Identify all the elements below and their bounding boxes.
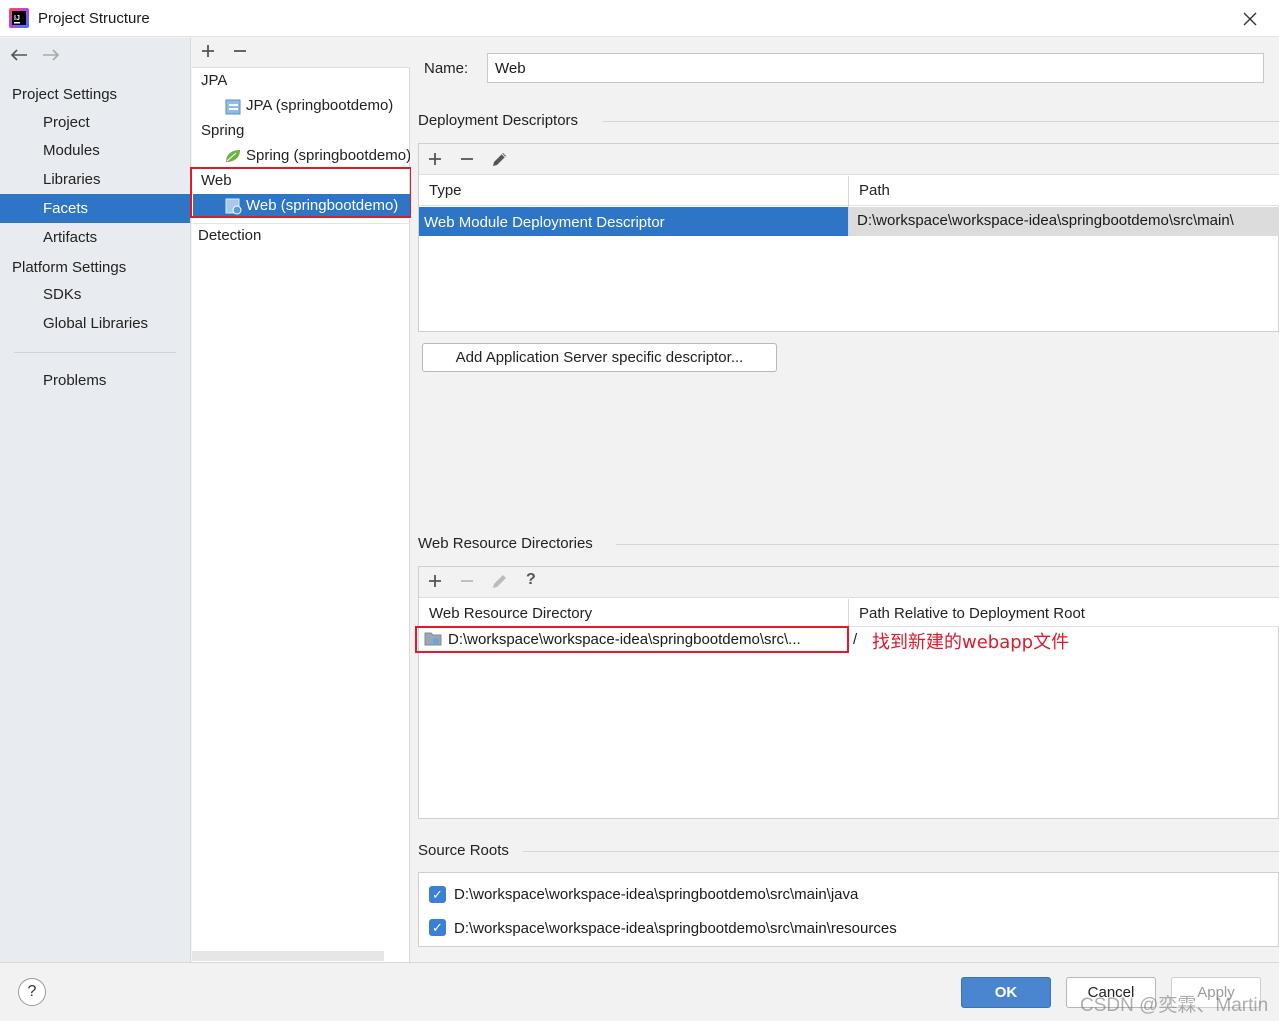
window-title: Project Structure [38,10,150,27]
minus-icon [461,158,473,160]
add-descriptor-button[interactable] [427,151,443,171]
minus-icon [461,580,473,582]
add-facet-button[interactable] [200,43,216,63]
column-header-path[interactable]: Path [859,182,890,199]
close-icon [1243,12,1257,26]
plus-icon [429,575,441,587]
source-root-resources: D:\workspace\workspace-idea\springbootde… [454,920,897,937]
pencil-icon [493,575,506,588]
column-header-type[interactable]: Type [429,182,462,199]
sidebar-item-artifacts[interactable]: Artifacts [0,223,190,252]
column-header-web-resource-directory[interactable]: Web Resource Directory [429,605,592,622]
intellij-app-icon: IJ [9,8,29,28]
edit-descriptor-button[interactable] [491,150,509,172]
spring-leaf-icon [224,148,242,168]
sidebar-item-problems[interactable]: Problems [0,366,190,395]
add-web-resource-button[interactable] [427,573,443,593]
jpa-facet-icon [225,98,242,119]
tree-item-spring[interactable]: Spring (springbootdemo) [246,147,410,164]
tree-divider [193,223,410,224]
annotation-text: 找到新建的webapp文件 [872,632,1070,653]
deployment-toolbar [419,144,1279,175]
web-resource-toolbar [419,567,1279,598]
path-relative-cell[interactable]: / [853,631,857,648]
name-input[interactable]: Web [487,53,1264,83]
ok-label: OK [994,984,1018,1001]
plus-icon [429,153,441,165]
deployment-descriptors-title: Deployment Descriptors [418,112,579,129]
add-server-descriptor-button[interactable]: Add Application Server specific descript… [422,343,777,372]
sidebar-item-modules[interactable]: Modules [0,136,190,165]
nav-divider [14,352,176,353]
descriptor-type-cell[interactable]: Web Module Deployment Descriptor [419,207,848,236]
deployment-table-header [419,175,1279,206]
tree-horizontal-scrollbar[interactable] [192,951,384,961]
tree-item-jpa[interactable]: JPA (springbootdemo) [246,97,410,114]
annotation-box-web-resource [415,626,849,653]
sidebar-item-libraries[interactable]: Libraries [0,165,190,194]
facet-tree-toolbar [192,38,410,68]
sidebar-item-sdks[interactable]: SDKs [0,280,190,309]
source-root-java: D:\workspace\workspace-idea\springbootde… [454,886,859,903]
tree-group-spring[interactable]: Spring [201,122,244,139]
remove-web-resource-button[interactable] [459,573,475,593]
help-button[interactable]: ? [18,978,46,1006]
nav-heading-platform-settings: Platform Settings [12,259,127,276]
back-arrow-icon[interactable] [9,46,29,69]
close-button[interactable] [1236,6,1264,32]
svg-text:IJ: IJ [14,15,20,22]
help-question-icon[interactable]: ? [526,571,536,589]
title-bar [0,0,1279,37]
annotation-box-web-facet [190,167,412,218]
sidebar-item-project[interactable]: Project [0,108,190,137]
web-resource-directories-title: Web Resource Directories [418,535,593,552]
add-server-descriptor-label: Add Application Server specific descript… [455,349,744,366]
name-label: Name: [424,60,469,77]
source-root-checkbox-java[interactable]: ✓ [429,886,446,903]
edit-web-resource-button[interactable] [491,572,509,594]
plus-icon [202,45,214,57]
tree-group-jpa[interactable]: JPA [201,72,227,89]
remove-descriptor-button[interactable] [459,151,475,171]
nav-heading-project-settings: Project Settings [12,86,118,103]
section-divider [603,121,1279,122]
remove-facet-button[interactable] [232,43,248,63]
sidebar-item-facets[interactable]: Facets [0,194,190,223]
tree-item-detection[interactable]: Detection [198,227,261,244]
csdn-watermark: CSDN @奕霖、Martin [1080,995,1269,1016]
sidebar-item-global-libraries[interactable]: Global Libraries [0,309,190,338]
pencil-icon [493,153,506,166]
source-roots-title: Source Roots [418,842,509,859]
minus-icon [234,50,246,52]
section-divider [523,851,1279,852]
column-header-path-relative[interactable]: Path Relative to Deployment Root [859,605,1085,622]
source-root-checkbox-resources[interactable]: ✓ [429,919,446,936]
ok-button[interactable]: OK [961,977,1051,1008]
forward-arrow-icon[interactable] [41,46,61,69]
descriptor-path-cell[interactable]: D:\workspace\workspace-idea\springbootde… [849,207,1279,236]
section-divider [616,544,1279,545]
